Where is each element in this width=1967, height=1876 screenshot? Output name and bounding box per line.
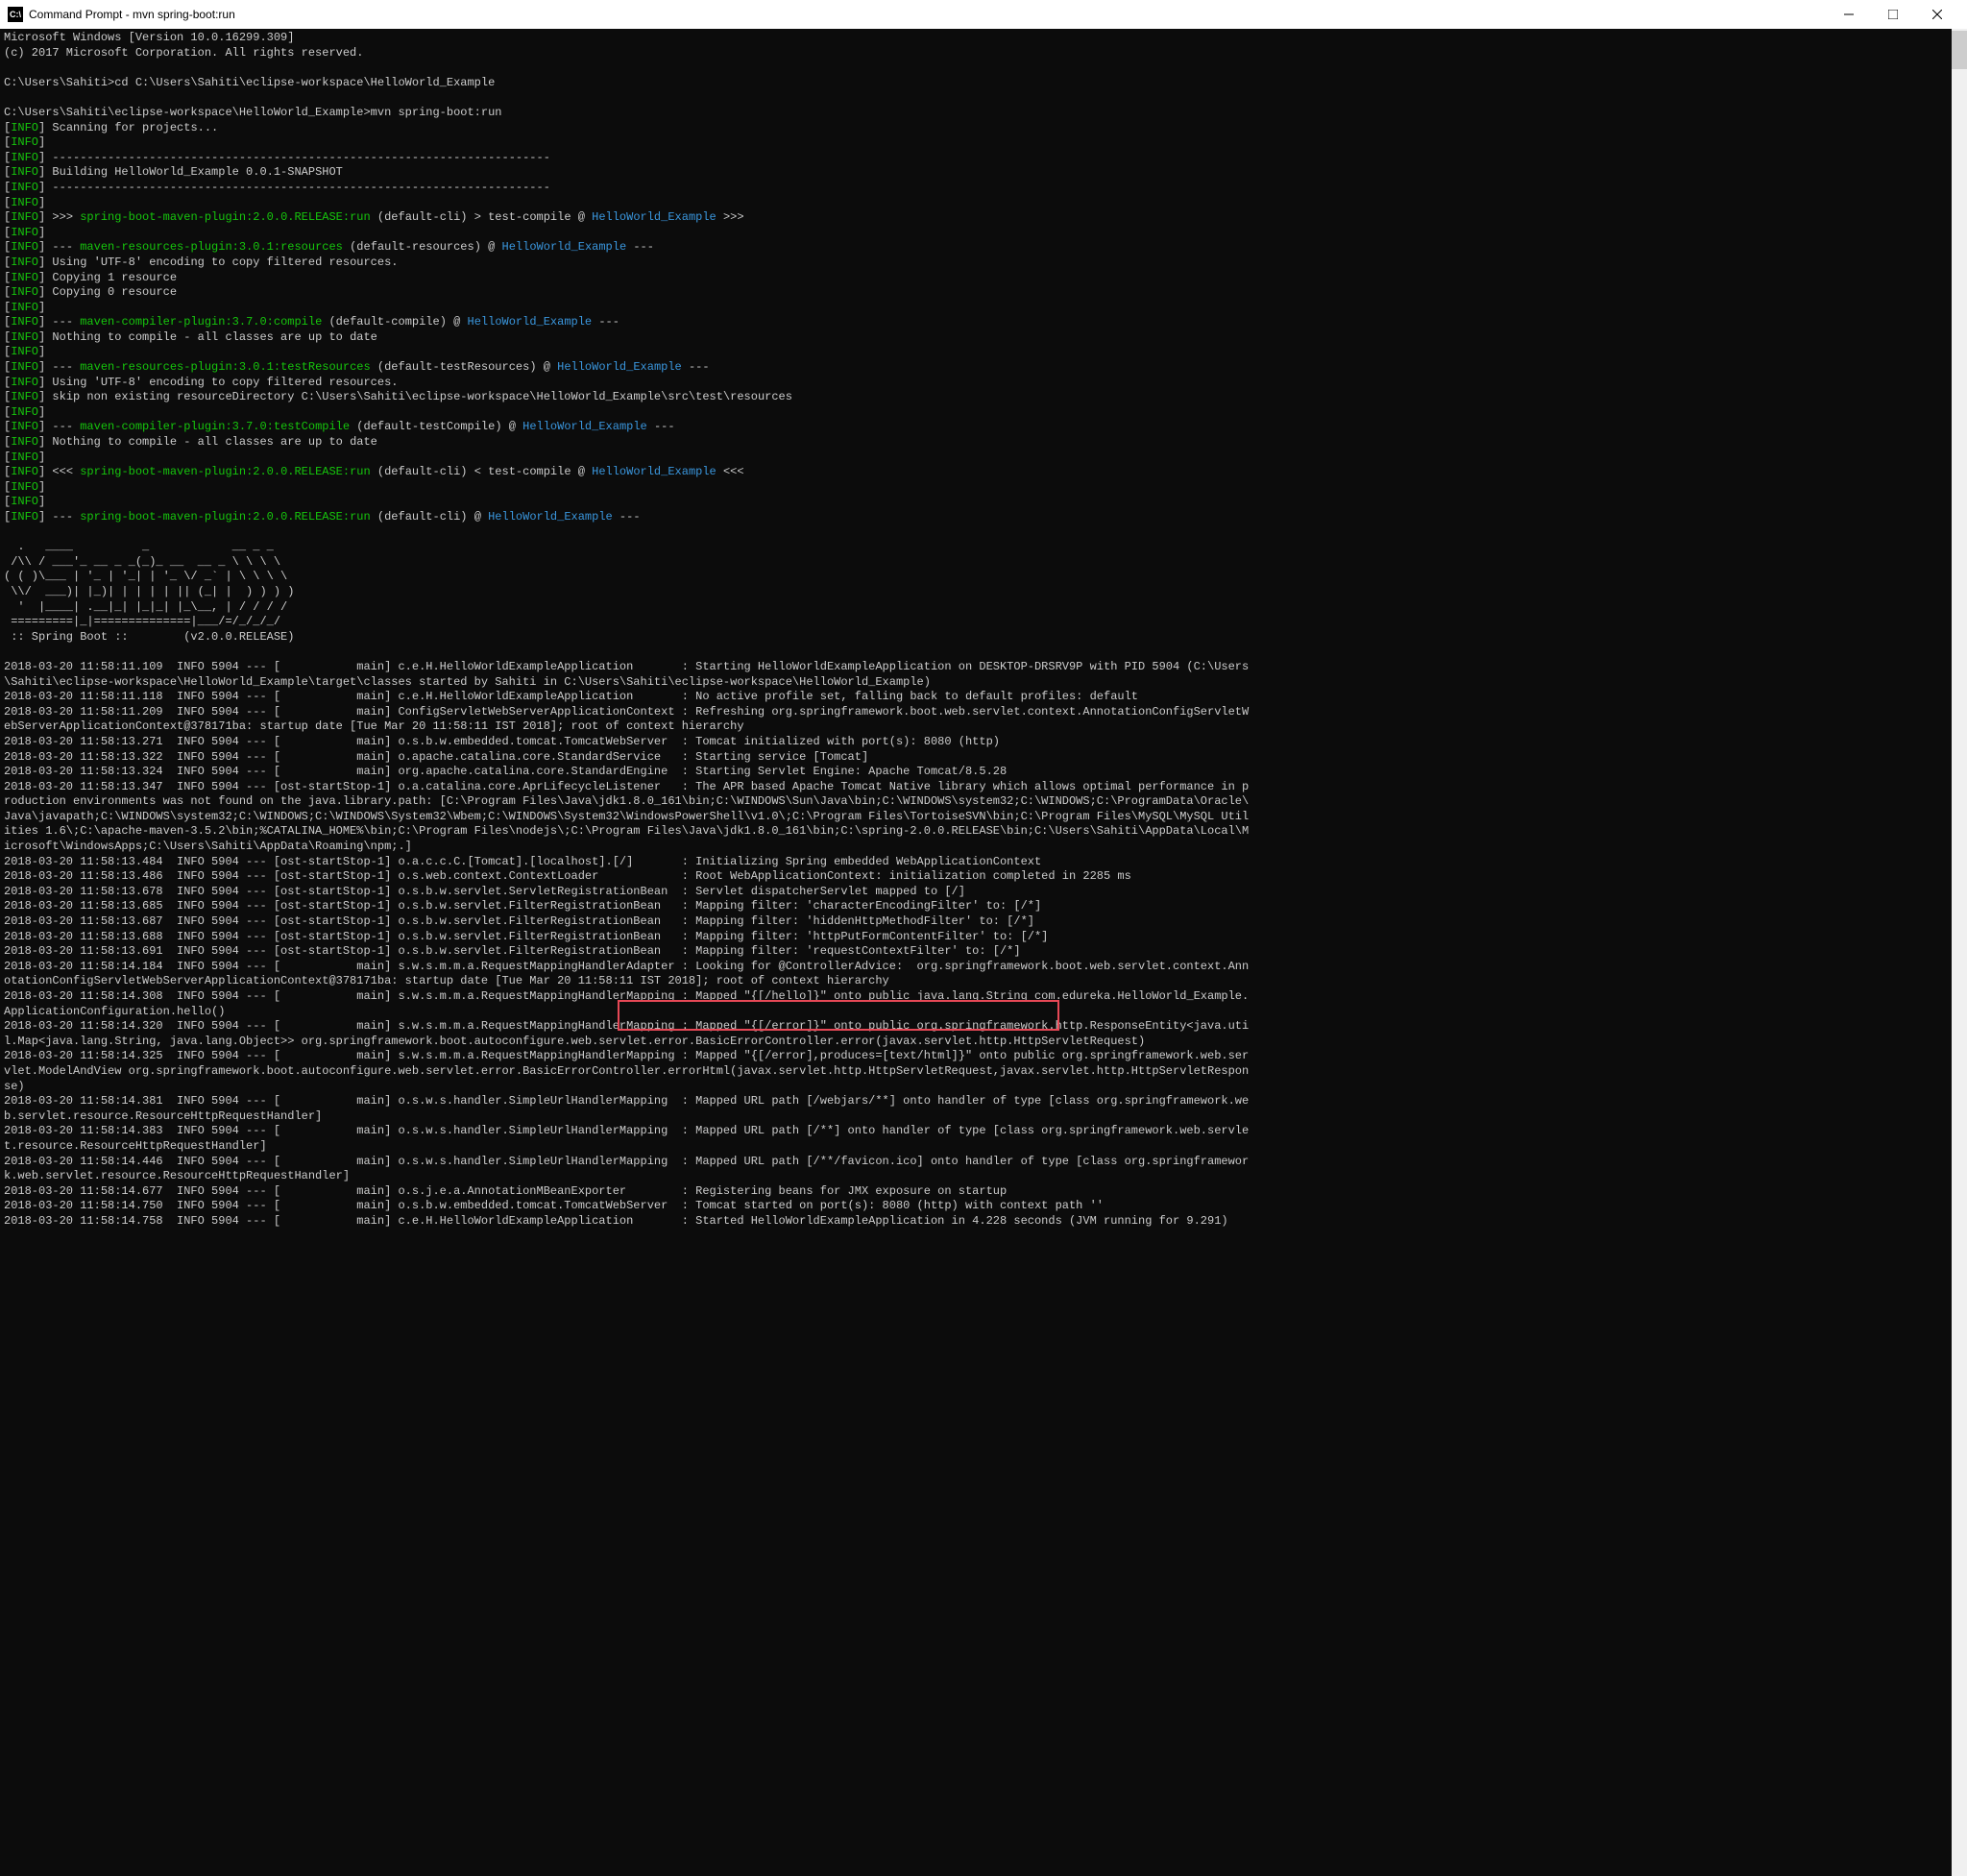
maven-info-block: [INFO] Scanning for projects...[INFO] [I… [4,121,1963,525]
maximize-button[interactable] [1871,0,1915,29]
log-line: l.Map<java.lang.String, java.lang.Object… [4,1035,1963,1050]
banner-line: /\\ / ___'_ __ _ _(_)_ __ __ _ \ \ \ \ [4,555,1963,571]
console-line: [INFO] [4,226,1963,241]
spring-banner: . ____ _ __ _ _ /\\ / ___'_ __ _ _(_)_ _… [4,525,1963,660]
log-line: 2018-03-20 11:58:11.118 INFO 5904 --- [ … [4,690,1963,705]
banner-line: ( ( )\___ | '_ | '_| | '_ \/ _` | \ \ \ … [4,570,1963,585]
console-line: [INFO] [4,196,1963,211]
log-line: 2018-03-20 11:58:13.347 INFO 5904 --- [o… [4,780,1963,795]
console-line: [INFO] Nothing to compile - all classes … [4,330,1963,346]
console-line: [INFO] Using 'UTF-8' encoding to copy fi… [4,376,1963,391]
console-header: Microsoft Windows [Version 10.0.16299.30… [4,31,1963,121]
log-line: se) [4,1080,1963,1095]
banner-line: \\/ ___)| |_)| | | | | || (_| | ) ) ) ) [4,585,1963,600]
cmd-icon: C:\ [8,7,23,22]
console-line: [INFO] --- maven-resources-plugin:3.0.1:… [4,240,1963,256]
console-line [4,61,1963,76]
vertical-scrollbar[interactable] [1952,29,1967,1876]
spring-log-block: 2018-03-20 11:58:11.109 INFO 5904 --- [ … [4,660,1963,1230]
console-line: [INFO] skip non existing resourceDirecto… [4,390,1963,405]
console-line: C:\Users\Sahiti\eclipse-workspace\HelloW… [4,106,1963,121]
log-line: otationConfigServletWebServerApplication… [4,974,1963,989]
console-line: (c) 2017 Microsoft Corporation. All righ… [4,46,1963,61]
log-line: vlet.ModelAndView org.springframework.bo… [4,1064,1963,1080]
log-line: 2018-03-20 11:58:13.271 INFO 5904 --- [ … [4,735,1963,750]
log-line: ebServerApplicationContext@378171ba: sta… [4,719,1963,735]
console-line: [INFO] Copying 0 resource [4,285,1963,301]
banner-line: ' |____| .__|_| |_|_| |_\__, | / / / / [4,600,1963,616]
console-line: [INFO] [4,135,1963,151]
console-line: Microsoft Windows [Version 10.0.16299.30… [4,31,1963,46]
console-line: [INFO] [4,301,1963,316]
log-line: 2018-03-20 11:58:13.691 INFO 5904 --- [o… [4,944,1963,960]
banner-line [4,645,1963,660]
console-line: [INFO] >>> spring-boot-maven-plugin:2.0.… [4,210,1963,226]
console-output[interactable]: Microsoft Windows [Version 10.0.16299.30… [0,29,1967,1231]
log-line: b.servlet.resource.ResourceHttpRequestHa… [4,1109,1963,1125]
log-line: icrosoft\WindowsApps;C:\Users\Sahiti\App… [4,840,1963,855]
log-line: 2018-03-20 11:58:11.109 INFO 5904 --- [ … [4,660,1963,675]
log-line: 2018-03-20 11:58:13.688 INFO 5904 --- [o… [4,930,1963,945]
log-line: 2018-03-20 11:58:14.308 INFO 5904 --- [ … [4,989,1963,1005]
log-line: Java\javapath;C:\WINDOWS\system32;C:\WIN… [4,810,1963,825]
log-line: 2018-03-20 11:58:13.322 INFO 5904 --- [ … [4,750,1963,766]
console-line: [INFO] Building HelloWorld_Example 0.0.1… [4,165,1963,181]
console-line: [INFO] Using 'UTF-8' encoding to copy fi… [4,256,1963,271]
banner-line: =========|_|==============|___/=/_/_/_/ [4,615,1963,630]
console-line: [INFO] [4,451,1963,466]
log-line: 2018-03-20 11:58:13.486 INFO 5904 --- [o… [4,869,1963,885]
log-line: 2018-03-20 11:58:14.677 INFO 5904 --- [ … [4,1184,1963,1200]
banner-line: :: Spring Boot :: (v2.0.0.RELEASE) [4,630,1963,646]
log-line: 2018-03-20 11:58:13.324 INFO 5904 --- [ … [4,765,1963,780]
log-line: 2018-03-20 11:58:14.381 INFO 5904 --- [ … [4,1094,1963,1109]
log-line: 2018-03-20 11:58:13.678 INFO 5904 --- [o… [4,885,1963,900]
banner-line: . ____ _ __ _ _ [4,540,1963,555]
log-line: 2018-03-20 11:58:11.209 INFO 5904 --- [ … [4,705,1963,720]
console-line: [INFO] ---------------------------------… [4,151,1963,166]
window-title: Command Prompt - mvn spring-boot:run [29,8,1827,21]
close-button[interactable] [1915,0,1959,29]
log-line: 2018-03-20 11:58:14.758 INFO 5904 --- [ … [4,1214,1963,1230]
console-line: [INFO] [4,345,1963,360]
console-line: [INFO] Nothing to compile - all classes … [4,435,1963,451]
minimize-button[interactable] [1827,0,1871,29]
log-line: 2018-03-20 11:58:13.687 INFO 5904 --- [o… [4,914,1963,930]
console-line: [INFO] [4,480,1963,496]
log-line: 2018-03-20 11:58:13.685 INFO 5904 --- [o… [4,899,1963,914]
log-line: 2018-03-20 11:58:14.325 INFO 5904 --- [ … [4,1049,1963,1064]
console-line: [INFO] <<< spring-boot-maven-plugin:2.0.… [4,465,1963,480]
console-line [4,90,1963,106]
log-line: 2018-03-20 11:58:14.383 INFO 5904 --- [ … [4,1124,1963,1139]
console-line: [INFO] --- maven-compiler-plugin:3.7.0:t… [4,420,1963,435]
console-line: [INFO] --- spring-boot-maven-plugin:2.0.… [4,510,1963,525]
console-line: [INFO] Copying 1 resource [4,271,1963,286]
log-line: 2018-03-20 11:58:13.484 INFO 5904 --- [o… [4,855,1963,870]
log-line: t.resource.ResourceHttpRequestHandler] [4,1139,1963,1155]
console-line: [INFO] Scanning for projects... [4,121,1963,136]
console-line: [INFO] ---------------------------------… [4,181,1963,196]
log-line: 2018-03-20 11:58:14.750 INFO 5904 --- [ … [4,1199,1963,1214]
log-line: roduction environments was not found on … [4,794,1963,810]
log-line: 2018-03-20 11:58:14.446 INFO 5904 --- [ … [4,1155,1963,1170]
banner-line [4,525,1963,541]
log-line: 2018-03-20 11:58:14.320 INFO 5904 --- [ … [4,1019,1963,1035]
console-line: [INFO] --- maven-compiler-plugin:3.7.0:c… [4,315,1963,330]
log-line: k.web.servlet.resource.ResourceHttpReque… [4,1169,1963,1184]
log-line: 2018-03-20 11:58:14.184 INFO 5904 --- [ … [4,960,1963,975]
console-line: [INFO] [4,405,1963,421]
console-line: C:\Users\Sahiti>cd C:\Users\Sahiti\eclip… [4,76,1963,91]
log-line: ities 1.6\;C:\apache-maven-3.5.2\bin;%CA… [4,824,1963,840]
log-line: \Sahiti\eclipse-workspace\HelloWorld_Exa… [4,675,1963,691]
console-line: [INFO] [4,495,1963,510]
window-titlebar: C:\ Command Prompt - mvn spring-boot:run [0,0,1967,29]
log-line: ApplicationConfiguration.hello() [4,1005,1963,1020]
console-line: [INFO] --- maven-resources-plugin:3.0.1:… [4,360,1963,376]
scrollbar-thumb[interactable] [1952,31,1967,69]
